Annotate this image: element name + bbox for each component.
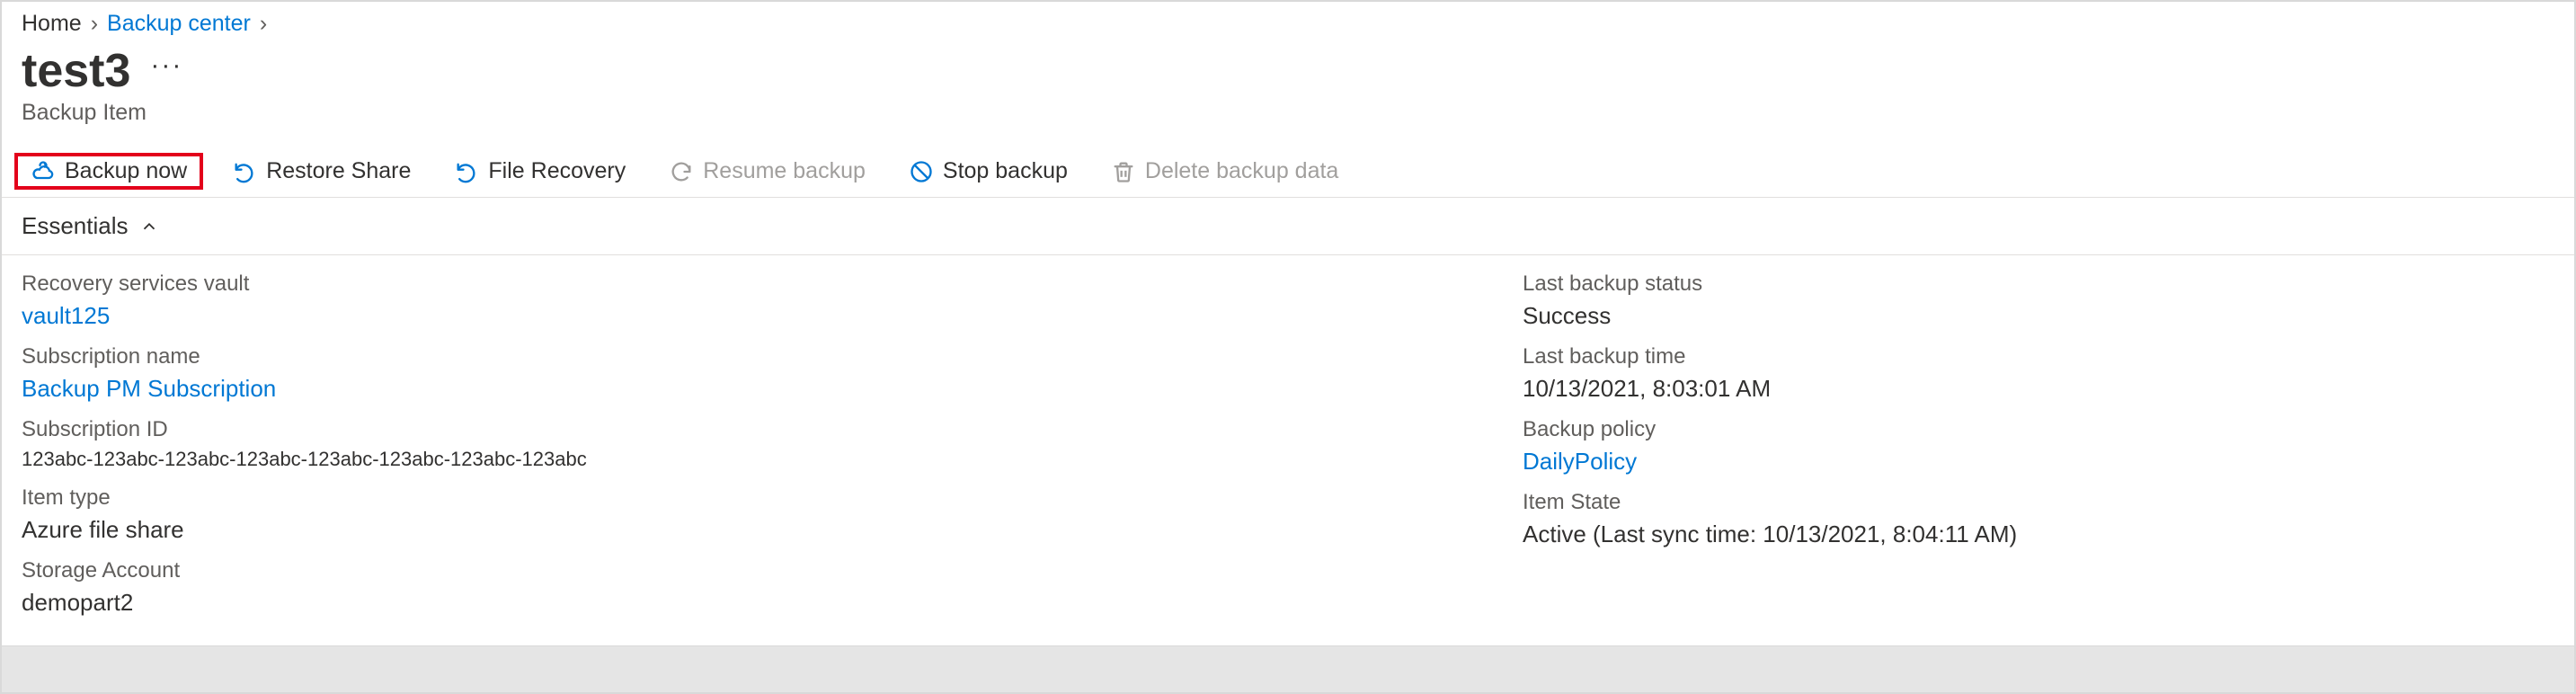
resume-backup-button: Resume backup	[654, 153, 880, 190]
backup-policy-value[interactable]: DailyPolicy	[1523, 448, 2554, 476]
recovery-vault-value[interactable]: vault125	[22, 302, 1487, 330]
item-type-value: Azure file share	[22, 516, 1487, 544]
chevron-up-icon	[139, 217, 159, 236]
backup-now-label: Backup now	[65, 158, 187, 184]
last-backup-status-label: Last backup status	[1523, 271, 2554, 297]
page-subtitle: Backup Item	[2, 98, 2574, 146]
last-backup-time-value: 10/13/2021, 8:03:01 AM	[1523, 375, 2554, 403]
cloud-backup-icon	[31, 159, 56, 184]
undo-icon	[454, 159, 479, 184]
essentials-left-column: Recovery services vault vault125 Subscri…	[22, 266, 1487, 620]
essentials-right-column: Last backup status Success Last backup t…	[1523, 266, 2554, 620]
item-state-label: Item State	[1523, 490, 2554, 515]
subscription-name-value[interactable]: Backup PM Subscription	[22, 375, 1487, 403]
resume-backup-label: Resume backup	[703, 158, 866, 184]
breadcrumb: Home › Backup center ›	[2, 2, 2574, 37]
essentials-panel: Recovery services vault vault125 Subscri…	[2, 255, 2574, 645]
last-backup-status-value: Success	[1523, 302, 2554, 330]
file-recovery-label: File Recovery	[488, 158, 626, 184]
delete-backup-button: Delete backup data	[1097, 153, 1353, 190]
backup-policy-label: Backup policy	[1523, 417, 2554, 442]
essentials-label: Essentials	[22, 212, 129, 240]
subscription-id-label: Subscription ID	[22, 417, 1487, 442]
essentials-toggle[interactable]: Essentials	[2, 198, 2574, 255]
stop-backup-label: Stop backup	[943, 158, 1068, 184]
subscription-id-value: 123abc-123abc-123abc-123abc-123abc-123ab…	[22, 448, 1487, 471]
file-recovery-button[interactable]: File Recovery	[440, 153, 640, 190]
restore-share-button[interactable]: Restore Share	[218, 153, 425, 190]
item-state-value: Active (Last sync time: 10/13/2021, 8:04…	[1523, 520, 2554, 548]
page-title: test3	[22, 44, 130, 98]
stop-backup-button[interactable]: Stop backup	[894, 153, 1082, 190]
undo-icon	[232, 159, 257, 184]
more-actions-button[interactable]: ···	[150, 50, 182, 81]
breadcrumb-home[interactable]: Home	[22, 11, 82, 37]
restore-share-label: Restore Share	[266, 158, 411, 184]
trash-icon	[1111, 159, 1136, 184]
subscription-name-label: Subscription name	[22, 344, 1487, 369]
last-backup-time-label: Last backup time	[1523, 344, 2554, 369]
command-bar: Backup now Restore Share File Recovery	[2, 146, 2574, 198]
backup-now-button[interactable]: Backup now	[14, 153, 203, 190]
storage-account-value: demopart2	[22, 589, 1487, 617]
breadcrumb-backup-center[interactable]: Backup center	[107, 11, 251, 37]
refresh-icon	[669, 159, 694, 184]
chevron-right-icon: ›	[91, 11, 98, 37]
item-type-label: Item type	[22, 485, 1487, 511]
storage-account-label: Storage Account	[22, 558, 1487, 583]
bottom-area	[2, 645, 2574, 692]
stop-icon	[909, 159, 934, 184]
recovery-vault-label: Recovery services vault	[22, 271, 1487, 297]
delete-backup-label: Delete backup data	[1145, 158, 1338, 184]
chevron-right-icon: ›	[260, 11, 267, 37]
